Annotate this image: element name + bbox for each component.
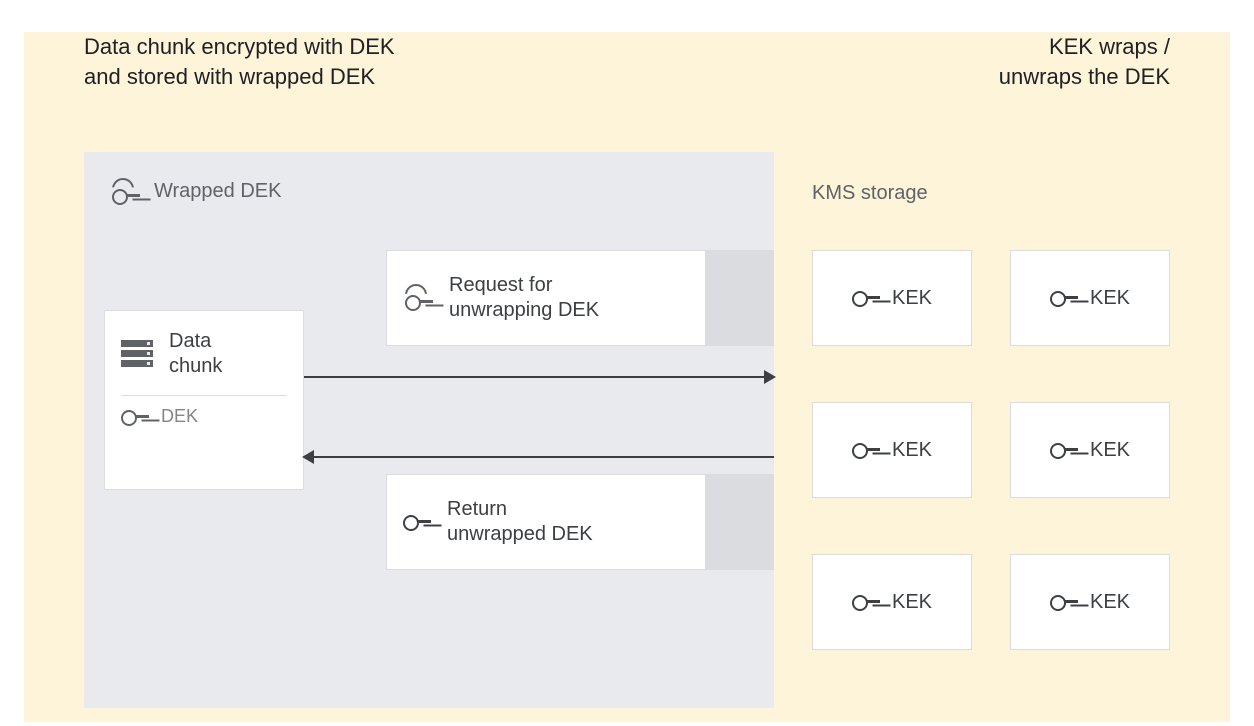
kms-storage-title: KMS storage	[812, 182, 928, 205]
key-icon	[121, 408, 149, 426]
kek-box: KEK	[812, 250, 972, 346]
key-icon	[852, 593, 880, 611]
arrow-request	[304, 376, 774, 378]
request-box: Request for unwrapping DEK	[386, 250, 706, 346]
wrapped-key-icon	[110, 181, 140, 203]
key-icon	[1050, 593, 1078, 611]
storage-panel-title-text: Wrapped DEK	[154, 180, 281, 203]
key-icon	[1050, 441, 1078, 459]
kek-box: KEK	[1010, 554, 1170, 650]
key-icon	[852, 441, 880, 459]
divider	[121, 395, 287, 396]
header-right-line1: KEK wraps /	[999, 32, 1170, 62]
return-box: Return unwrapped DEK	[386, 474, 706, 570]
kek-box: KEK	[812, 554, 972, 650]
kek-label: KEK	[892, 439, 932, 462]
return-text: Return unwrapped DEK	[447, 497, 593, 547]
data-chunk-card: Data chunk DEK	[104, 310, 304, 490]
header-left-line2: and stored with wrapped DEK	[84, 62, 395, 92]
kek-label: KEK	[892, 287, 932, 310]
data-chunk-label: Data chunk	[169, 329, 222, 379]
kek-box: KEK	[1010, 402, 1170, 498]
key-icon	[403, 513, 431, 531]
header-left-line1: Data chunk encrypted with DEK	[84, 32, 395, 62]
kek-label: KEK	[892, 591, 932, 614]
kek-label: KEK	[1090, 591, 1130, 614]
key-icon	[1050, 289, 1078, 307]
storage-panel-title: Wrapped DEK	[110, 180, 281, 203]
arrow-return	[304, 456, 774, 458]
diagram-canvas: Data chunk encrypted with DEK and stored…	[24, 32, 1230, 722]
request-text: Request for unwrapping DEK	[449, 273, 599, 323]
key-icon	[852, 289, 880, 307]
wrapped-key-icon	[403, 287, 433, 309]
kek-box: KEK	[1010, 250, 1170, 346]
kek-label: KEK	[1090, 287, 1130, 310]
return-box-shadow	[706, 474, 774, 570]
header-left: Data chunk encrypted with DEK and stored…	[84, 32, 395, 91]
request-box-shadow	[706, 250, 774, 346]
storage-icon	[121, 340, 153, 368]
data-chunk-header: Data chunk	[121, 329, 287, 379]
header-right: KEK wraps / unwraps the DEK	[999, 32, 1170, 91]
header-right-line2: unwraps the DEK	[999, 62, 1170, 92]
dek-label: DEK	[161, 406, 198, 427]
kek-label: KEK	[1090, 439, 1130, 462]
dek-row: DEK	[121, 406, 287, 427]
kek-box: KEK	[812, 402, 972, 498]
